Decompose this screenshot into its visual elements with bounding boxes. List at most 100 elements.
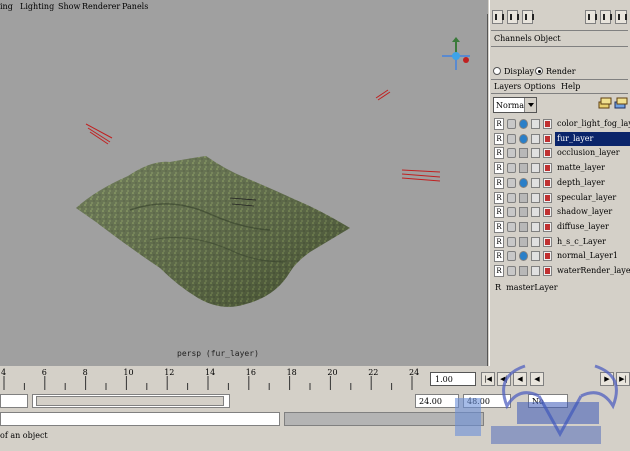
playback-end-field[interactable]: 48.00 bbox=[463, 394, 511, 408]
recycle-icon[interactable] bbox=[507, 148, 516, 159]
recycle-icon[interactable] bbox=[507, 266, 516, 276]
document-icon[interactable] bbox=[531, 236, 540, 247]
layer-row[interactable]: Rfur_layer bbox=[493, 131, 630, 146]
step-back-key-button[interactable]: ◀ bbox=[513, 372, 527, 386]
layer-row[interactable]: Rmatte_layer bbox=[493, 161, 630, 175]
render-mode-radio[interactable] bbox=[535, 67, 543, 75]
render-settings-icon[interactable] bbox=[543, 192, 552, 203]
render-toggle[interactable]: R bbox=[494, 147, 504, 160]
play-back-button[interactable]: ◀ bbox=[530, 372, 544, 386]
render-settings-icon[interactable] bbox=[543, 119, 552, 129]
current-time-field[interactable]: 1.00 bbox=[430, 372, 476, 386]
character-set-field[interactable]: No bbox=[528, 394, 568, 408]
range-start-field[interactable] bbox=[0, 394, 28, 408]
recycle-icon[interactable] bbox=[507, 192, 516, 203]
master-layer-name: masterLayer bbox=[506, 283, 558, 292]
layer-state-icon[interactable] bbox=[519, 236, 528, 247]
document-icon[interactable] bbox=[531, 192, 540, 203]
render-settings-icon[interactable] bbox=[543, 221, 552, 232]
panel-toggle-3-button[interactable] bbox=[522, 10, 534, 24]
recycle-icon[interactable] bbox=[507, 163, 516, 174]
recycle-icon[interactable] bbox=[507, 133, 516, 144]
render-settings-icon[interactable] bbox=[543, 207, 552, 218]
layer-row[interactable]: Rdiffuse_layer bbox=[493, 220, 630, 234]
menu-help[interactable]: Help bbox=[561, 82, 580, 91]
layer-row[interactable]: Rcolor_light_fog_layer bbox=[493, 117, 630, 131]
layer-state-icon[interactable] bbox=[519, 192, 528, 203]
time-slider[interactable]: 4 6 8 10 12 14 16 18 20 22 24 bbox=[0, 366, 428, 390]
render-toggle[interactable]: R bbox=[494, 220, 504, 233]
step-forward-button[interactable]: ▶ bbox=[600, 372, 614, 386]
render-toggle[interactable]: R bbox=[494, 176, 504, 189]
go-to-start-button[interactable]: |◀ bbox=[481, 372, 495, 386]
document-icon[interactable] bbox=[531, 221, 540, 232]
layer-row[interactable]: Rh_s_c_Layer bbox=[493, 235, 630, 249]
layer-row[interactable]: Rshadow_layer bbox=[493, 205, 630, 219]
render-settings-icon[interactable] bbox=[543, 236, 552, 247]
layer-row[interactable]: Rnormal_Layer1 bbox=[493, 249, 630, 263]
command-input[interactable] bbox=[0, 412, 280, 426]
document-icon[interactable] bbox=[531, 266, 540, 276]
render-settings-icon[interactable] bbox=[543, 251, 552, 262]
recycle-icon[interactable] bbox=[507, 236, 516, 247]
menu-object[interactable]: Object bbox=[534, 34, 561, 43]
panel-toggle-4-button[interactable] bbox=[585, 10, 597, 24]
render-settings-icon[interactable] bbox=[543, 266, 552, 276]
panel-toggle-5-button[interactable] bbox=[600, 10, 612, 24]
document-icon[interactable] bbox=[531, 119, 540, 129]
step-back-button[interactable]: ◀| bbox=[497, 372, 511, 386]
layer-row[interactable]: Rdepth_layer bbox=[493, 176, 630, 190]
layer-state-icon[interactable] bbox=[519, 119, 528, 129]
menu-options[interactable]: Options bbox=[524, 82, 556, 91]
document-icon[interactable] bbox=[531, 148, 540, 159]
panel-toggle-6-button[interactable] bbox=[615, 10, 627, 24]
recycle-icon[interactable] bbox=[507, 221, 516, 232]
layer-row[interactable]: Rspecular_layer bbox=[493, 191, 630, 205]
layer-state-icon[interactable] bbox=[519, 177, 528, 188]
layer-state-icon[interactable] bbox=[519, 163, 528, 174]
layer-state-icon[interactable] bbox=[519, 251, 528, 262]
render-settings-icon[interactable] bbox=[543, 163, 552, 174]
document-icon[interactable] bbox=[531, 177, 540, 188]
render-settings-icon[interactable] bbox=[543, 177, 552, 188]
layer-state-icon[interactable] bbox=[519, 207, 528, 218]
render-toggle[interactable]: R bbox=[494, 132, 504, 145]
master-layer[interactable]: R masterLayer bbox=[495, 283, 558, 292]
document-icon[interactable] bbox=[531, 207, 540, 218]
layer-state-icon[interactable] bbox=[519, 133, 528, 144]
render-toggle[interactable]: R bbox=[494, 162, 504, 175]
recycle-icon[interactable] bbox=[507, 251, 516, 262]
document-icon[interactable] bbox=[531, 251, 540, 262]
range-end-field[interactable]: 24.00 bbox=[415, 394, 459, 408]
layer-row[interactable]: Rocclusion_layer bbox=[493, 146, 630, 160]
panel-toggle-1-button[interactable] bbox=[492, 10, 504, 24]
render-toggle[interactable]: R bbox=[494, 235, 504, 248]
render-toggle[interactable]: R bbox=[494, 265, 504, 277]
render-toggle[interactable]: R bbox=[494, 206, 504, 219]
blend-mode-select[interactable]: Normal bbox=[493, 97, 537, 113]
menu-layers[interactable]: Layers bbox=[494, 82, 521, 91]
layer-row[interactable]: RwaterRender_laye bbox=[493, 264, 630, 278]
render-toggle[interactable]: R bbox=[494, 191, 504, 204]
render-settings-icon[interactable] bbox=[543, 133, 552, 144]
recycle-icon[interactable] bbox=[507, 177, 516, 188]
layer-state-icon[interactable] bbox=[519, 148, 528, 159]
perspective-viewport[interactable]: ing Lighting Show Renderer Panels persp … bbox=[0, 0, 488, 366]
menu-channels[interactable]: Channels bbox=[494, 34, 532, 43]
recycle-icon[interactable] bbox=[507, 207, 516, 218]
render-toggle[interactable]: R bbox=[494, 250, 504, 263]
range-slider-thumb[interactable] bbox=[36, 396, 224, 406]
layer-state-icon[interactable] bbox=[519, 221, 528, 232]
document-icon[interactable] bbox=[531, 133, 540, 144]
layer-state-icon[interactable] bbox=[519, 266, 528, 276]
recycle-icon[interactable] bbox=[507, 119, 516, 129]
create-layer-icon[interactable] bbox=[598, 96, 612, 110]
document-icon[interactable] bbox=[531, 163, 540, 174]
command-line-row bbox=[0, 411, 630, 427]
panel-toggle-2-button[interactable] bbox=[507, 10, 519, 24]
display-mode-radio[interactable] bbox=[493, 67, 501, 75]
render-toggle[interactable]: R bbox=[494, 118, 504, 130]
go-to-end-button[interactable]: ▶| bbox=[616, 372, 630, 386]
render-settings-icon[interactable] bbox=[543, 148, 552, 159]
create-layer-selected-icon[interactable] bbox=[614, 96, 628, 110]
